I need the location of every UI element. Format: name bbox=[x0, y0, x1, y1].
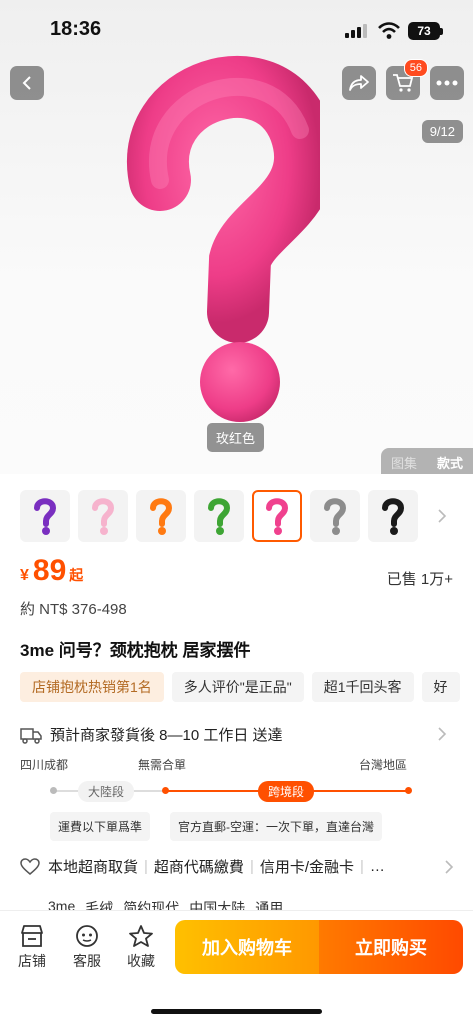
divider: | bbox=[360, 858, 364, 875]
shipping-fee-note: 運費以下單爲準 bbox=[50, 812, 151, 841]
star-icon bbox=[129, 925, 153, 947]
service-item: 本地超商取貨 bbox=[48, 859, 139, 876]
variant-thumbnail[interactable] bbox=[20, 490, 70, 542]
shop-label: 店铺 bbox=[18, 953, 46, 969]
shipping-section[interactable]: 預計商家發貨後 8—10 工作日 送達 四川成都 無需合單 台灣地區 大陸段 跨… bbox=[20, 724, 453, 848]
shipping-estimate-text: 預計商家發貨後 8—10 工作日 送達 bbox=[50, 727, 283, 744]
chat-icon bbox=[76, 925, 98, 947]
route-dot-origin bbox=[50, 787, 57, 794]
tab-gallery[interactable]: 图集 bbox=[381, 448, 427, 474]
battery-icon: 73 bbox=[408, 22, 443, 40]
back-button[interactable] bbox=[10, 66, 44, 100]
share-button[interactable] bbox=[342, 66, 376, 100]
tab-styles[interactable]: 款式 bbox=[427, 448, 473, 474]
bottom-action-bar: 店铺 客服 收藏 加入购物车 立即购买 bbox=[0, 910, 473, 1024]
image-counter: 9/12 bbox=[421, 120, 463, 143]
price: ¥ 89 起 bbox=[20, 554, 83, 588]
origin-location: 四川成都 bbox=[20, 758, 69, 772]
tag-hot[interactable]: 店铺抱枕热销第1名 bbox=[20, 672, 164, 702]
chevron-right-icon[interactable] bbox=[437, 508, 447, 524]
ntd-price: 約 NT$ 376-498 bbox=[20, 601, 127, 618]
route-dot-mid bbox=[162, 787, 169, 794]
shipping-method-note: 官方直郵-空運：一次下單，直達台灣 bbox=[170, 812, 382, 841]
status-time: 18:36 bbox=[50, 18, 102, 40]
merge-note: 無需合單 bbox=[138, 758, 187, 772]
more-button[interactable] bbox=[430, 66, 464, 100]
price-currency: ¥ bbox=[20, 567, 29, 584]
more-icon bbox=[436, 80, 458, 86]
question-mark-pillow-icon bbox=[324, 498, 347, 535]
segment-domestic: 大陸段 bbox=[78, 781, 135, 802]
variant-thumbnail[interactable] bbox=[194, 490, 244, 542]
variant-thumbnail[interactable] bbox=[136, 490, 186, 542]
tag-more[interactable]: 好 bbox=[421, 672, 460, 702]
services-row[interactable]: 本地超商取貨 | 超商代碼繳費 | 信用卡/金融卡 | … bbox=[20, 856, 460, 877]
sold-count: 已售 1万+ bbox=[386, 571, 453, 588]
tag-review[interactable]: 多人评价"是正品" bbox=[171, 672, 304, 702]
variant-thumbnails bbox=[20, 490, 418, 542]
price-suffix: 起 bbox=[69, 567, 84, 583]
share-icon bbox=[349, 75, 369, 91]
divider: | bbox=[144, 858, 148, 875]
cart-count-badge: 56 bbox=[403, 59, 428, 77]
shop-icon bbox=[21, 925, 43, 947]
variant-thumbnail[interactable] bbox=[252, 490, 302, 542]
question-mark-pillow-icon bbox=[150, 498, 173, 535]
question-mark-pillow-icon bbox=[208, 498, 231, 535]
signal-icon bbox=[345, 24, 369, 38]
variant-thumbnail[interactable] bbox=[310, 490, 360, 542]
variant-thumbnail[interactable] bbox=[78, 490, 128, 542]
view-tabs: 图集 款式 bbox=[380, 448, 473, 474]
price-amount: 89 bbox=[32, 554, 67, 587]
chevron-right-icon bbox=[445, 859, 454, 874]
question-mark-pillow-icon bbox=[92, 498, 115, 535]
product-title: 3me 问号？颈枕抱枕 居家摆件 bbox=[20, 641, 251, 660]
chevron-left-icon bbox=[22, 76, 31, 90]
question-mark-pillow-icon bbox=[266, 498, 289, 535]
truck-icon bbox=[20, 727, 42, 744]
route-dot-dest bbox=[405, 787, 412, 794]
cta-group: 加入购物车 立即购买 bbox=[175, 920, 463, 974]
tag-repeat[interactable]: 超1千回头客 bbox=[311, 672, 414, 702]
service-item: 超商代碼繳費 bbox=[153, 859, 244, 876]
service-more: … bbox=[369, 858, 385, 875]
chevron-right-icon bbox=[438, 727, 447, 741]
buy-now-button[interactable]: 立即购买 bbox=[319, 920, 463, 974]
service-item: 信用卡/金融卡 bbox=[259, 859, 355, 876]
cart-button[interactable]: 56 bbox=[386, 59, 428, 100]
wifi-icon bbox=[378, 22, 400, 39]
question-mark-pillow-icon bbox=[382, 498, 405, 535]
add-to-cart-button[interactable]: 加入购物车 bbox=[175, 920, 319, 974]
home-indicator[interactable] bbox=[151, 1009, 322, 1014]
shop-button[interactable]: 店铺 bbox=[12, 921, 52, 971]
tag-list: 店铺抱枕热销第1名 多人评价"是正品" 超1千回头客 好 bbox=[20, 672, 460, 702]
divider: | bbox=[249, 858, 254, 875]
destination-location: 台灣地區 bbox=[359, 758, 408, 772]
color-label: 玫红色 bbox=[207, 423, 265, 452]
variant-thumbnail[interactable] bbox=[368, 490, 418, 542]
status-bar: 18:36 73 bbox=[0, 0, 473, 60]
product-image bbox=[127, 56, 320, 422]
shipping-estimate: 預計商家發貨後 8—10 工作日 送達 bbox=[20, 724, 283, 745]
question-mark-pillow-icon bbox=[34, 498, 57, 535]
customer-service-button[interactable]: 客服 bbox=[67, 921, 107, 971]
heart-icon bbox=[20, 857, 40, 875]
favorite-label: 收藏 bbox=[127, 953, 155, 969]
service-label: 客服 bbox=[73, 953, 101, 969]
product-image-gallery[interactable]: 56 9/12 玫红色 图集 款式 bbox=[0, 0, 473, 474]
favorite-button[interactable]: 收藏 bbox=[121, 921, 161, 971]
segment-crossborder: 跨境段 bbox=[258, 781, 315, 802]
